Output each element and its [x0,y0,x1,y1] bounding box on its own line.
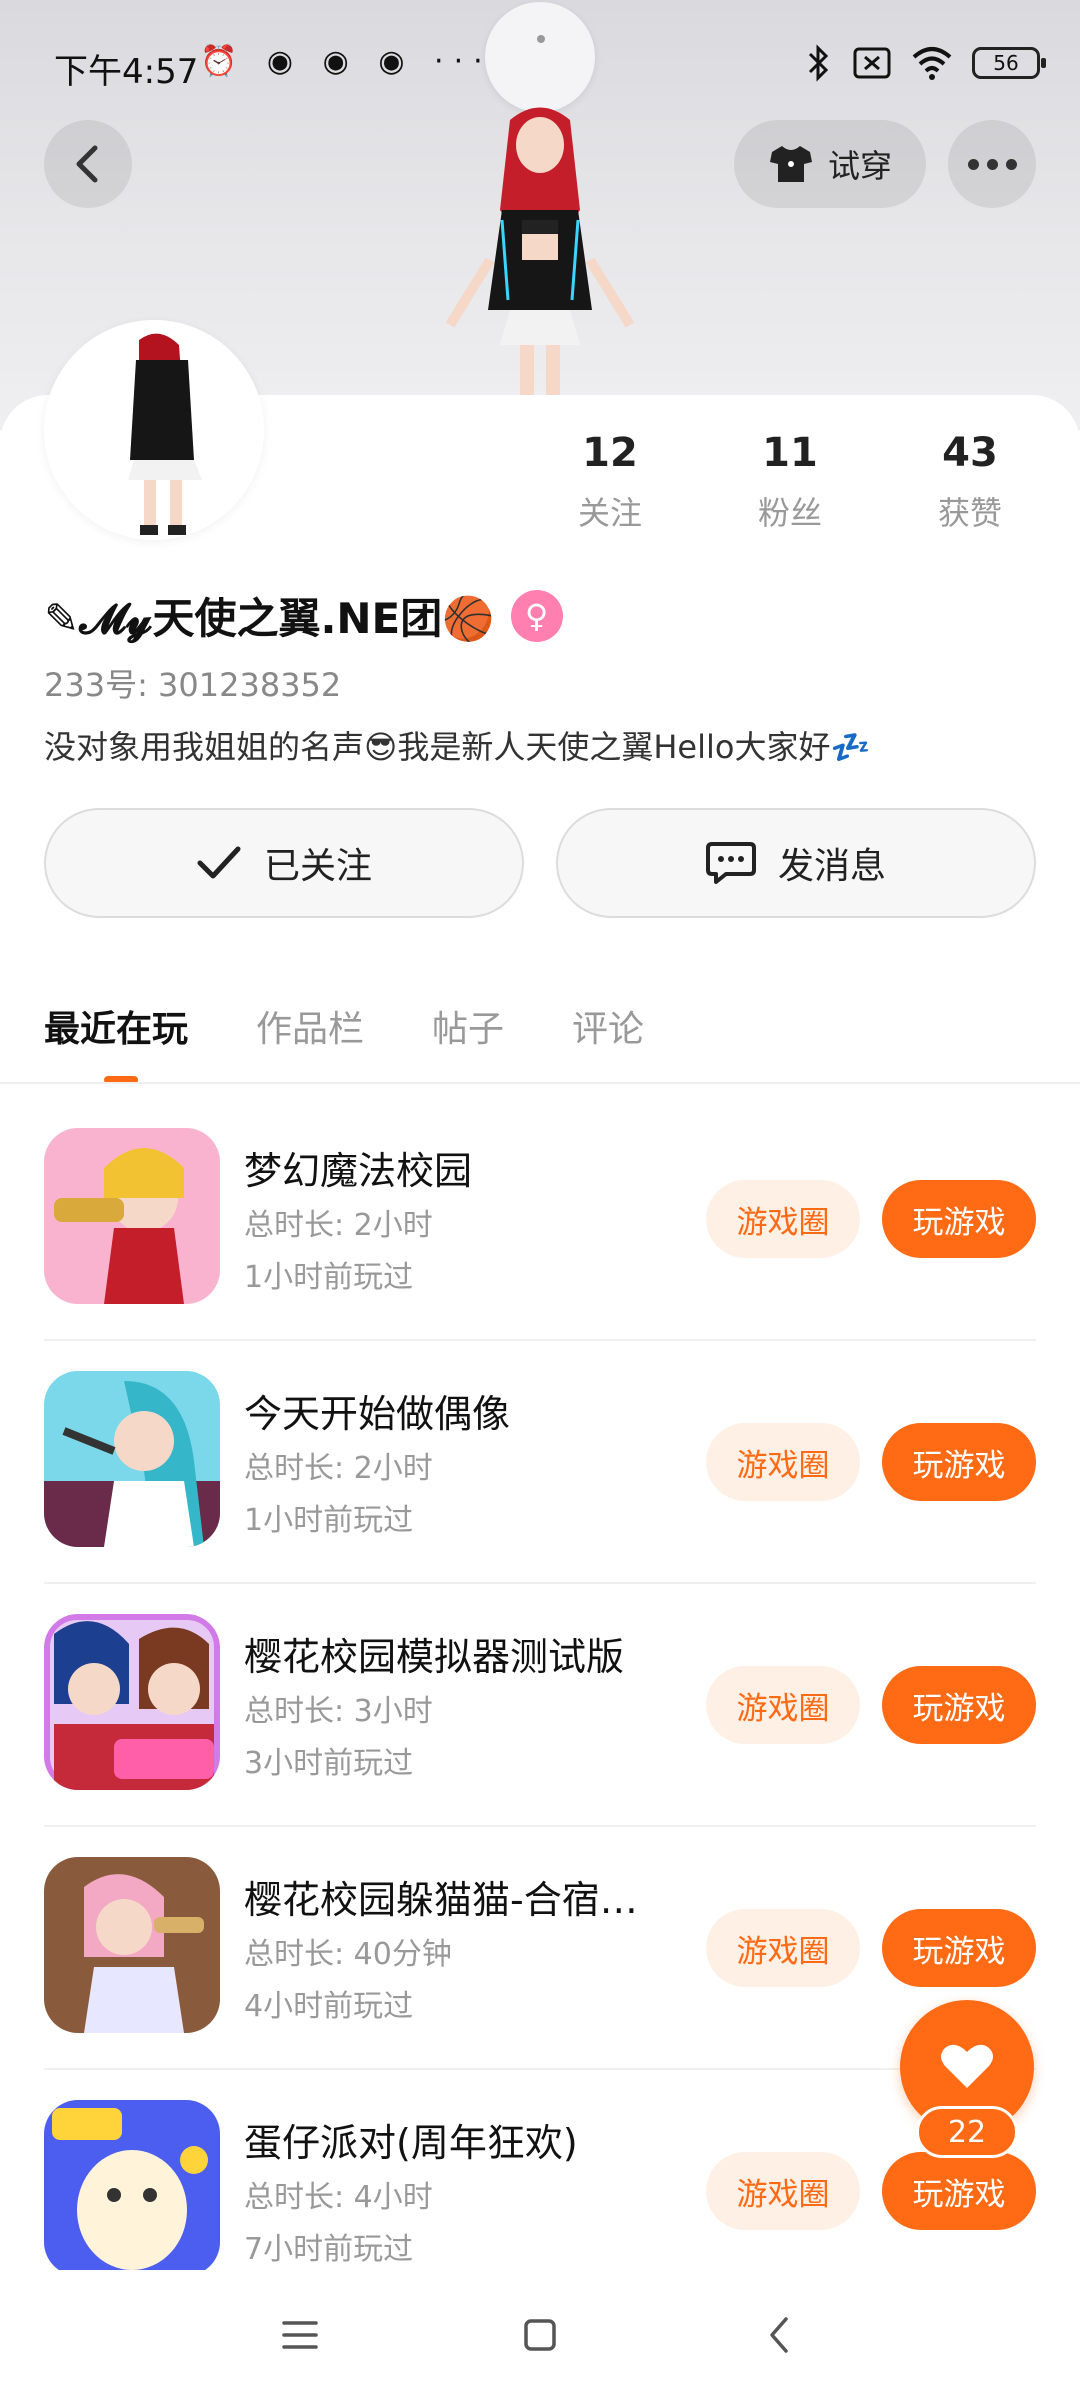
status-notification-icons: ⏰ ◉ ◉ ◉ ··· [200,44,493,79]
game-icon[interactable] [44,1371,220,1547]
game-last-played: 1小时前玩过 [244,1503,414,1538]
game-last-played: 1小时前玩过 [244,1260,414,1295]
wifi-icon [912,47,952,80]
play-game-button[interactable]: 玩游戏 [882,2152,1036,2230]
play-game-button[interactable]: 玩游戏 [882,1666,1036,1744]
like-count-badge: 22 [916,2106,1018,2158]
female-gender-icon: ♀ [510,589,563,642]
stat-label: 关注 [577,494,642,532]
tshirt-icon [769,146,812,182]
game-duration: 总时长: 4小时 [244,2180,433,2215]
divider [0,1082,1080,1084]
dot-icon [1005,158,1017,170]
game-circle-button[interactable]: 游戏圈 [706,1180,860,1258]
game-circle-button[interactable]: 游戏圈 [706,1666,860,1744]
status-right-icons: 56 [804,44,1046,82]
stat-label: 获赞 [937,494,1002,532]
battery-icon: 56 [972,47,1046,79]
dot-icon [967,158,979,170]
username: ✎𝓜𝔂天使之翼.NE团🏀 [44,594,495,643]
game-item[interactable]: 樱花校园躲猫猫-合宿… 总时长: 40分钟 4小时前玩过 游戏圈 玩游戏 [44,1827,1036,2070]
square-icon [524,2319,556,2351]
dot-icon [986,158,998,170]
profile-stats: 12 关注 11 粉丝 43 获赞 [540,430,1040,534]
play-game-button[interactable]: 玩游戏 [882,1180,1036,1258]
back-nav-button[interactable] [740,2295,820,2375]
game-duration: 总时长: 2小时 [244,1208,433,1243]
checkmark-icon [197,846,241,879]
message-label: 发消息 [777,846,886,887]
game-circle-button[interactable]: 游戏圈 [706,1423,860,1501]
game-title: 今天开始做偶像 [244,1392,511,1436]
game-item[interactable]: 樱花校园模拟器测试版 总时长: 3小时 3小时前玩过 游戏圈 玩游戏 [44,1584,1036,1827]
try-on-label: 试穿 [827,147,892,185]
game-icon[interactable] [44,1857,220,2033]
game-icon[interactable] [44,1614,220,1790]
avatar[interactable] [44,320,264,540]
tab-works[interactable]: 作品栏 [256,1000,364,1052]
back-button[interactable] [44,120,132,208]
stat-following[interactable]: 12 关注 [540,430,680,534]
game-duration: 总时长: 40分钟 [244,1937,452,1972]
game-icon[interactable] [44,2100,220,2276]
home-nav-button[interactable] [500,2295,580,2375]
stat-likes[interactable]: 43 获赞 [900,430,1040,534]
play-game-button[interactable]: 玩游戏 [882,1423,1036,1501]
tab-posts[interactable]: 帖子 [432,1000,504,1052]
follow-label: 已关注 [263,846,372,887]
stat-value: 43 [942,430,998,476]
game-last-played: 7小时前玩过 [244,2232,414,2267]
game-duration: 总时长: 3小时 [244,1694,433,1729]
send-message-button[interactable]: 发消息 [556,808,1036,918]
tab-recently-played[interactable]: 最近在玩 [44,1000,188,1084]
bluetooth-icon [808,44,829,82]
more-options-button[interactable] [948,120,1036,208]
game-circle-button[interactable]: 游戏圈 [706,2152,860,2230]
play-game-button[interactable]: 玩游戏 [882,1909,1036,1987]
tab-comments[interactable]: 评论 [572,1000,644,1052]
stat-label: 粉丝 [757,494,822,532]
game-title: 梦幻魔法校园 [244,1149,473,1193]
game-title: 樱花校园躲猫猫-合宿… [244,1878,638,1922]
chat-bubble-icon [705,842,756,884]
stat-fans[interactable]: 11 粉丝 [720,430,860,534]
system-navigation-bar [0,2270,1080,2400]
avatar-3d-figure [430,100,650,400]
stat-value: 12 [582,430,638,476]
game-title: 樱花校园模拟器测试版 [244,1635,625,1679]
profile-tabs: 最近在玩 作品栏 帖子 评论 [44,1000,644,1084]
user-bio: 没对象用我姐姐的名声😎我是新人天使之翼Hello大家好💤 [44,728,871,766]
game-last-played: 3小时前玩过 [244,1746,414,1781]
floating-assistant-button[interactable] [485,2,595,112]
game-circle-button[interactable]: 游戏圈 [706,1909,860,1987]
chevron-left-icon [770,2317,788,2353]
heart-icon [941,2044,993,2088]
user-id: 233号: 301238352 [44,666,342,704]
follow-button[interactable]: 已关注 [44,808,524,918]
game-last-played: 4小时前玩过 [244,1989,414,2024]
game-title: 蛋仔派对(周年狂欢) [244,2121,578,2165]
no-sim-icon [853,47,891,79]
game-icon[interactable] [44,1128,220,1304]
menu-nav-button[interactable] [260,2295,340,2375]
game-duration: 总时长: 2小时 [244,1451,433,1486]
try-on-button[interactable]: 试穿 [734,120,926,208]
game-item[interactable]: 今天开始做偶像 总时长: 2小时 1小时前玩过 游戏圈 玩游戏 [44,1341,1036,1584]
status-time: 下午4:57 [54,52,199,92]
stat-value: 11 [762,430,818,476]
username-row: ✎𝓜𝔂天使之翼.NE团🏀 ♀ [44,585,563,646]
game-item[interactable]: 梦幻魔法校园 总时长: 2小时 1小时前玩过 游戏圈 玩游戏 [44,1098,1036,1341]
chevron-left-icon [76,145,98,183]
hamburger-icon [282,2321,318,2349]
